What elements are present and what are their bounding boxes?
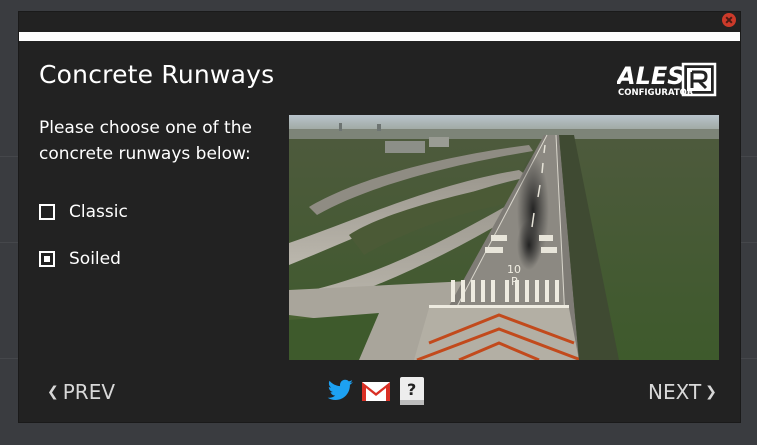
progress-bar <box>19 32 740 41</box>
twitter-icon[interactable] <box>325 378 355 408</box>
next-button[interactable]: NEXT ❯ <box>648 380 721 404</box>
option-label: Classic <box>69 202 128 222</box>
progress-fill <box>19 32 740 41</box>
option-soiled[interactable]: Soiled <box>39 249 121 269</box>
selection-prompt: Please choose one of the concrete runway… <box>39 118 252 164</box>
svg-text:?: ? <box>407 380 416 399</box>
chevron-right-icon: ❯ <box>705 384 717 400</box>
classic-checkbox[interactable] <box>39 204 55 220</box>
page-title: Concrete Runways <box>39 60 275 89</box>
social-links: ? <box>325 376 425 410</box>
prev-label: PREV <box>62 380 116 404</box>
next-label: NEXT <box>648 380 702 404</box>
chevron-left-icon: ❮ <box>47 384 59 400</box>
configurator-dialog: Concrete Runways ALES CONFIGURATOR Pleas… <box>19 12 740 422</box>
option-label: Soiled <box>69 249 121 269</box>
gmail-icon[interactable] <box>361 380 391 406</box>
runway-preview-image: 10 R <box>289 115 719 360</box>
soiled-checkbox[interactable] <box>39 251 55 267</box>
close-button[interactable] <box>722 13 736 27</box>
ales-configurator-logo: ALES CONFIGURATOR <box>615 62 717 98</box>
logo-main-text: ALES <box>617 62 685 90</box>
prev-button[interactable]: ❮ PREV <box>43 380 115 404</box>
option-classic[interactable]: Classic <box>39 202 128 222</box>
help-book-icon[interactable]: ? <box>399 376 425 410</box>
